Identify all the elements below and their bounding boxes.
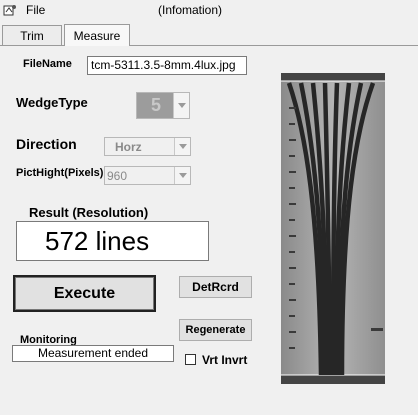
window-title: (Infomation) — [158, 3, 223, 17]
wedge-type-value: 5 — [137, 93, 175, 118]
app-icon[interactable] — [3, 4, 17, 17]
tab-trim[interactable]: Trim — [2, 25, 62, 45]
menu-file[interactable]: File — [26, 3, 45, 17]
result-label: Result (Resolution) — [29, 205, 149, 220]
chevron-down-icon[interactable] — [174, 167, 190, 184]
det-rcrd-button[interactable]: DetRcrd — [179, 276, 252, 298]
tab-measure[interactable]: Measure — [64, 24, 130, 46]
wedge-image-preview — [281, 73, 385, 384]
wedge-type-select[interactable]: 5 — [136, 92, 190, 119]
resolution-wedge-image — [281, 73, 385, 384]
filename-label: FileName — [23, 58, 72, 70]
direction-label: Direction — [16, 136, 77, 152]
execute-button[interactable]: Execute — [13, 275, 156, 312]
direction-value: Horz — [115, 140, 142, 154]
filename-field[interactable]: tcm-5311.3.5-8mm.4lux.jpg — [87, 56, 247, 75]
pict-height-value: 960 — [107, 169, 128, 183]
vrt-invrt-label: Vrt Invrt — [202, 353, 248, 367]
tab-divider — [0, 45, 418, 46]
pict-height-label: PictHight(Pixels) — [16, 167, 104, 179]
monitoring-status: Measurement ended — [12, 345, 174, 362]
regenerate-button[interactable]: Regenerate — [179, 319, 252, 341]
vrt-invrt-checkbox[interactable] — [185, 354, 196, 365]
chevron-down-icon[interactable] — [174, 138, 190, 155]
wedge-type-label: WedgeType — [16, 95, 88, 110]
pict-height-select[interactable]: 960 — [104, 166, 191, 185]
direction-select[interactable]: Horz — [104, 137, 191, 156]
chevron-down-icon[interactable] — [173, 93, 189, 118]
result-value: 572 lines — [16, 221, 209, 261]
